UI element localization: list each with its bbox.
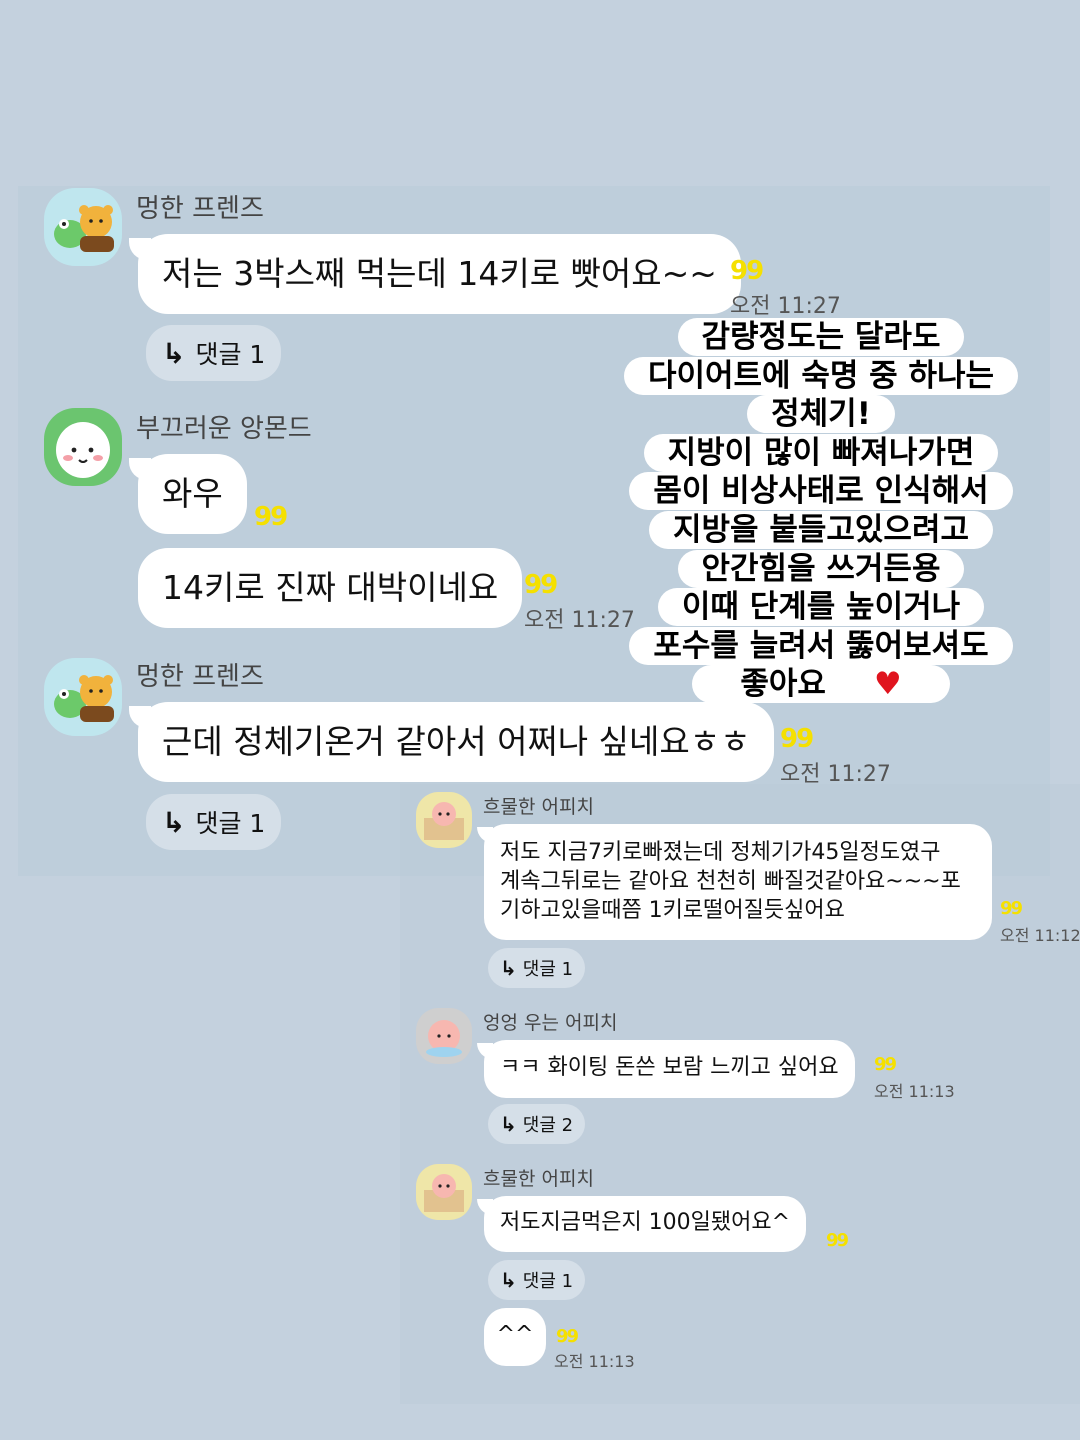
message-bubble[interactable]: ㅋㅋ 화이팅 돈쓴 보람 느끼고 싶어요: [477, 1040, 855, 1098]
message-bubble[interactable]: 저도지금먹은지 100일됐어요^: [477, 1196, 807, 1252]
message-bubble[interactable]: 저는 3박스째 먹는데 14키로 빳어요~~: [129, 234, 741, 314]
message-text: 근데 정체기온거 같아서 어쩌나 싶네요ㅎㅎ: [162, 722, 751, 761]
reply-count: 댓글 1: [522, 1271, 574, 1292]
sender-name: 멍한 프렌즈: [136, 662, 264, 692]
reply-count: 댓글 1: [195, 809, 266, 838]
overlay-caption: 감량정도는 달라도 다이어트에 숙명 중 하나는 정체기! 지방이 많이 빠져나…: [612, 318, 1030, 704]
read-count-icon: 99: [1000, 898, 1023, 919]
ryan-frog-icon: [54, 675, 114, 722]
sender-name: 부끄러운 앙몬드: [136, 414, 312, 444]
message-text: 와우: [162, 474, 223, 513]
reply-arrow-icon: ↳: [162, 336, 186, 370]
message-text: 저도지금먹은지 100일됐어요^: [500, 1210, 791, 1235]
read-count-icon: 99: [780, 724, 814, 754]
caption-line: 지방을 붙들고있으려고: [649, 510, 993, 549]
caption-line: 지방이 많이 빠져나가면: [643, 433, 999, 472]
reply-thread-button[interactable]: ↳ 댓글 1: [146, 794, 282, 850]
avatar-apeach-crying[interactable]: [416, 1008, 472, 1064]
reply-thread-button[interactable]: ↳ 댓글 1: [488, 948, 586, 988]
read-count-icon: 99: [524, 570, 558, 600]
reply-arrow-icon: ↳: [500, 1112, 517, 1136]
reply-count: 댓글 2: [522, 1115, 574, 1136]
caption-line: 감량정도는 달라도: [677, 318, 965, 356]
caption-line: 몸이 비상사태로 인식해서: [629, 472, 1013, 511]
caption-line: 다이어트에 숙명 중 하나는: [623, 356, 1019, 395]
message-time: 오전 11:13: [874, 1082, 955, 1101]
heart-icon: ♥: [849, 665, 926, 704]
message-time: 오전 11:27: [780, 762, 891, 787]
caption-line: 이때 단계를 높이거나: [657, 588, 985, 627]
read-count-icon: 99: [730, 256, 764, 286]
avatar-apeach-melting[interactable]: [416, 792, 472, 848]
message-text: ^^: [496, 1322, 534, 1347]
message-time: 오전 11:13: [554, 1352, 635, 1371]
avatar-ryan-frog[interactable]: [44, 658, 122, 736]
caption-line-last: 좋아요 ♥: [692, 665, 950, 704]
message-bubble[interactable]: 와우: [129, 454, 247, 534]
sender-name: 멍한 프렌즈: [136, 194, 264, 224]
reply-arrow-icon: ↳: [500, 1268, 517, 1292]
message-text-line: 기하고있을때쯤 1키로떨어질듯싶어요: [500, 898, 845, 923]
sender-name: 흐물한 어피치: [483, 1168, 594, 1190]
reply-arrow-icon: ↳: [500, 956, 517, 980]
caption-line: 정체기!: [747, 395, 895, 434]
reply-arrow-icon: ↳: [162, 805, 186, 839]
message-bubble[interactable]: 저도 지금7키로빠졌는데 정체기가45일정도였구 계속그뒤로는 같아요 천천히 …: [477, 824, 992, 940]
apeach-box-icon: [424, 802, 464, 840]
reply-thread-button[interactable]: ↳ 댓글 1: [146, 325, 282, 381]
reply-count: 댓글 1: [522, 959, 574, 980]
sender-name: 엉엉 우는 어피치: [483, 1012, 618, 1034]
apeach-box-icon: [424, 1174, 464, 1212]
reply-count: 댓글 1: [195, 340, 266, 369]
reply-thread-button[interactable]: ↳ 댓글 2: [488, 1104, 586, 1144]
caption-last-text: 좋아요: [716, 665, 850, 704]
read-count-icon: 99: [556, 1326, 579, 1347]
message-bubble[interactable]: 근데 정체기온거 같아서 어쩌나 싶네요ㅎㅎ: [129, 702, 775, 782]
message-text: 저는 3박스째 먹는데 14키로 빳어요~~: [162, 254, 717, 293]
message-time: 오전 11:27: [730, 294, 841, 319]
ryan-frog-icon: [54, 205, 114, 252]
reply-thread-button[interactable]: ↳ 댓글 1: [488, 1260, 586, 1300]
message-time: 오전 11:12: [1000, 926, 1080, 945]
avatar-apeach-melting[interactable]: [416, 1164, 472, 1220]
caption-line: 포수를 늘려서 뚫어보셔도: [629, 626, 1013, 665]
sender-name: 흐물한 어피치: [483, 796, 594, 818]
avatar-ang-mond[interactable]: [44, 408, 122, 486]
angmond-icon: [56, 422, 110, 478]
read-count-icon: 99: [254, 502, 288, 532]
message-text: ㅋㅋ 화이팅 돈쓴 보람 느끼고 싶어요: [500, 1055, 839, 1080]
message-text: 14키로 진짜 대박이네요: [162, 568, 499, 607]
avatar-ryan-frog[interactable]: [44, 188, 122, 266]
read-count-icon: 99: [826, 1230, 849, 1251]
message-bubble[interactable]: ^^: [484, 1308, 546, 1366]
apeach-crying-icon: [426, 1020, 462, 1057]
read-count-icon: 99: [874, 1054, 897, 1075]
caption-line: 안간힘을 쓰거든용: [677, 549, 965, 588]
message-text-line: 저도 지금7키로빠졌는데 정체기가45일정도였구: [500, 840, 941, 865]
message-text-line: 계속그뒤로는 같아요 천천히 빠질것같아요~~~포: [500, 869, 961, 894]
message-bubble[interactable]: 14키로 진짜 대박이네요: [138, 548, 523, 628]
